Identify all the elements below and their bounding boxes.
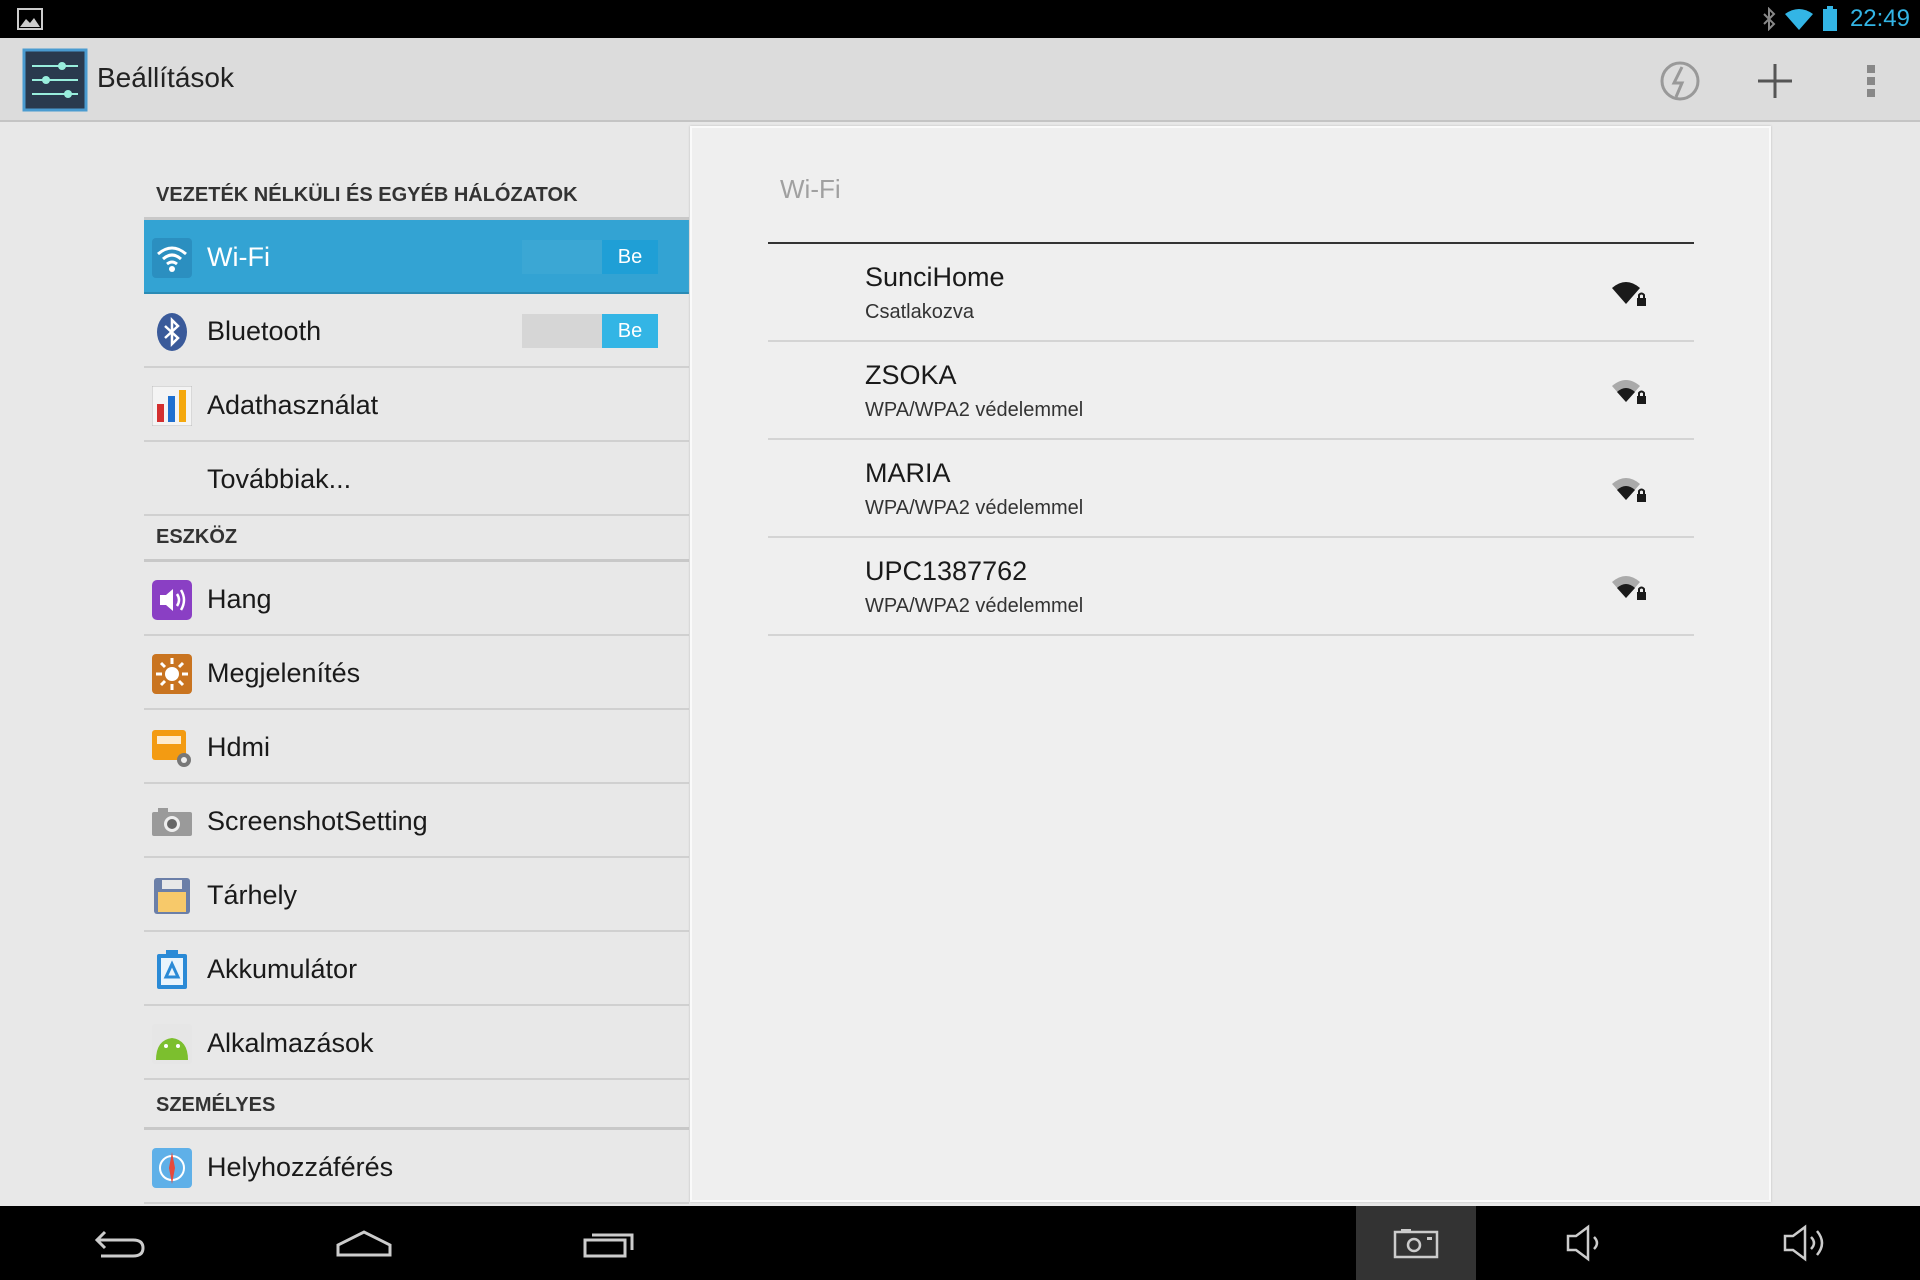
overflow-menu-button[interactable] <box>1846 56 1896 106</box>
back-icon <box>94 1230 145 1258</box>
wifi-lock-icon <box>1612 380 1646 404</box>
wifi-network-item[interactable]: SunciHome Csatlakozva <box>768 244 1694 342</box>
settings-item-battery[interactable]: Akkumulátor <box>144 932 689 1006</box>
wifi-panel-title: Wi-Fi <box>780 174 841 204</box>
settings-item-label: Alkalmazások <box>207 1028 374 1058</box>
wifi-lock-icon <box>1612 282 1646 306</box>
settings-item-display[interactable]: Megjelenítés <box>144 636 689 710</box>
settings-app-icon[interactable] <box>22 48 88 112</box>
settings-item-screenshot[interactable]: ScreenshotSetting <box>144 784 689 858</box>
settings-item-data-usage[interactable]: Adathasználat <box>144 368 689 442</box>
home-icon <box>336 1230 392 1257</box>
settings-item-label: Tárhely <box>207 880 298 910</box>
settings-item-label: Hdmi <box>207 732 271 762</box>
settings-item-sound[interactable]: Hang <box>144 562 689 636</box>
network-ssid: SunciHome <box>865 262 1005 292</box>
overflow-menu-icon <box>1867 65 1875 97</box>
back-button[interactable] <box>60 1206 180 1280</box>
action-bar: Beállítások <box>0 38 1920 122</box>
screenshot-button[interactable] <box>1356 1206 1476 1280</box>
bluetooth-icon <box>157 313 187 351</box>
settings-item-label: Bluetooth <box>207 316 322 346</box>
home-button[interactable] <box>304 1206 424 1280</box>
settings-list: VEZETÉK NÉLKÜLI ÉS EGYÉB HÁLÓZATOK Wi-Fi… <box>144 124 689 1206</box>
bluetooth-toggle[interactable]: Be <box>522 314 658 348</box>
settings-item-apps[interactable]: Alkalmazások <box>144 1006 689 1080</box>
camera-icon <box>152 808 192 836</box>
wifi-panel: Wi-Fi SunciHome Csatlakozva ZSOKA WPA/WP… <box>690 126 1771 1202</box>
bluetooth-icon <box>1763 7 1776 31</box>
storage-icon <box>154 878 190 914</box>
settings-item-hdmi[interactable]: Hdmi <box>144 710 689 784</box>
settings-item-label: Adathasználat <box>207 390 379 420</box>
add-button[interactable] <box>1750 56 1800 106</box>
navigation-bar <box>0 1206 1920 1280</box>
wifi-network-item[interactable]: UPC1387762 WPA/WPA2 védelemmel <box>768 538 1694 636</box>
section-header-wireless: VEZETÉK NÉLKÜLI ÉS EGYÉB HÁLÓZATOK <box>144 162 689 220</box>
wifi-toggle[interactable]: Be <box>522 240 658 274</box>
toggle-knob: Be <box>602 240 658 274</box>
settings-item-label: Hang <box>207 584 272 614</box>
add-icon <box>1758 64 1792 98</box>
battery-icon <box>1822 6 1837 31</box>
section-header-device: ESZKÖZ <box>144 516 689 562</box>
volume-up-icon <box>1783 1224 1824 1262</box>
toggle-knob: Be <box>602 314 658 348</box>
volume-down-button[interactable] <box>1526 1206 1646 1280</box>
location-icon <box>152 1148 192 1188</box>
wifi-icon <box>152 238 192 278</box>
network-ssid: MARIA <box>865 458 951 488</box>
android-icon <box>152 1024 192 1064</box>
network-status: WPA/WPA2 védelemmel <box>865 497 1084 519</box>
settings-item-bluetooth[interactable]: Bluetooth Be <box>144 294 689 368</box>
sound-icon <box>152 580 192 620</box>
hdmi-icon <box>152 730 191 767</box>
recent-apps-icon <box>583 1233 634 1258</box>
page-title: Beállítások <box>97 62 234 93</box>
network-status: Csatlakozva <box>865 301 974 323</box>
data-usage-icon <box>152 386 192 426</box>
settings-item-location[interactable]: Helyhozzáférés <box>144 1130 689 1204</box>
battery-settings-icon <box>157 950 187 989</box>
wifi-lock-icon <box>1612 576 1646 600</box>
volume-up-button[interactable] <box>1746 1206 1866 1280</box>
network-status: WPA/WPA2 védelemmel <box>865 595 1084 617</box>
settings-item-label: Megjelenítés <box>207 658 361 688</box>
settings-item-label: Wi-Fi <box>207 242 270 272</box>
network-status: WPA/WPA2 védelemmel <box>865 399 1084 421</box>
volume-down-icon <box>1566 1224 1599 1262</box>
settings-item-label: ScreenshotSetting <box>207 806 428 836</box>
sync-icon <box>1660 61 1700 101</box>
settings-item-wifi[interactable]: Wi-Fi Be <box>144 220 689 294</box>
settings-item-storage[interactable]: Tárhely <box>144 858 689 932</box>
wifi-icon <box>1784 9 1813 30</box>
screenshot-icon <box>1393 1229 1439 1259</box>
settings-item-label: Továbbiak... <box>207 464 352 494</box>
clock: 22:49 <box>1849 5 1910 32</box>
settings-item-label: Helyhozzáférés <box>207 1152 394 1182</box>
network-ssid: ZSOKA <box>865 360 957 390</box>
display-icon <box>152 654 192 694</box>
network-ssid: UPC1387762 <box>865 556 1028 586</box>
status-bar: 22:49 <box>0 0 1920 38</box>
settings-item-label: Akkumulátor <box>207 954 358 984</box>
settings-item-more[interactable]: Továbbiak... <box>144 442 689 516</box>
sync-button[interactable] <box>1655 56 1705 106</box>
gallery-icon <box>17 8 43 30</box>
wifi-network-item[interactable]: ZSOKA WPA/WPA2 védelemmel <box>768 342 1694 440</box>
wifi-lock-icon <box>1612 478 1646 502</box>
section-header-personal: SZEMÉLYES <box>144 1080 689 1130</box>
recent-apps-button[interactable] <box>549 1206 669 1280</box>
wifi-network-item[interactable]: MARIA WPA/WPA2 védelemmel <box>768 440 1694 538</box>
